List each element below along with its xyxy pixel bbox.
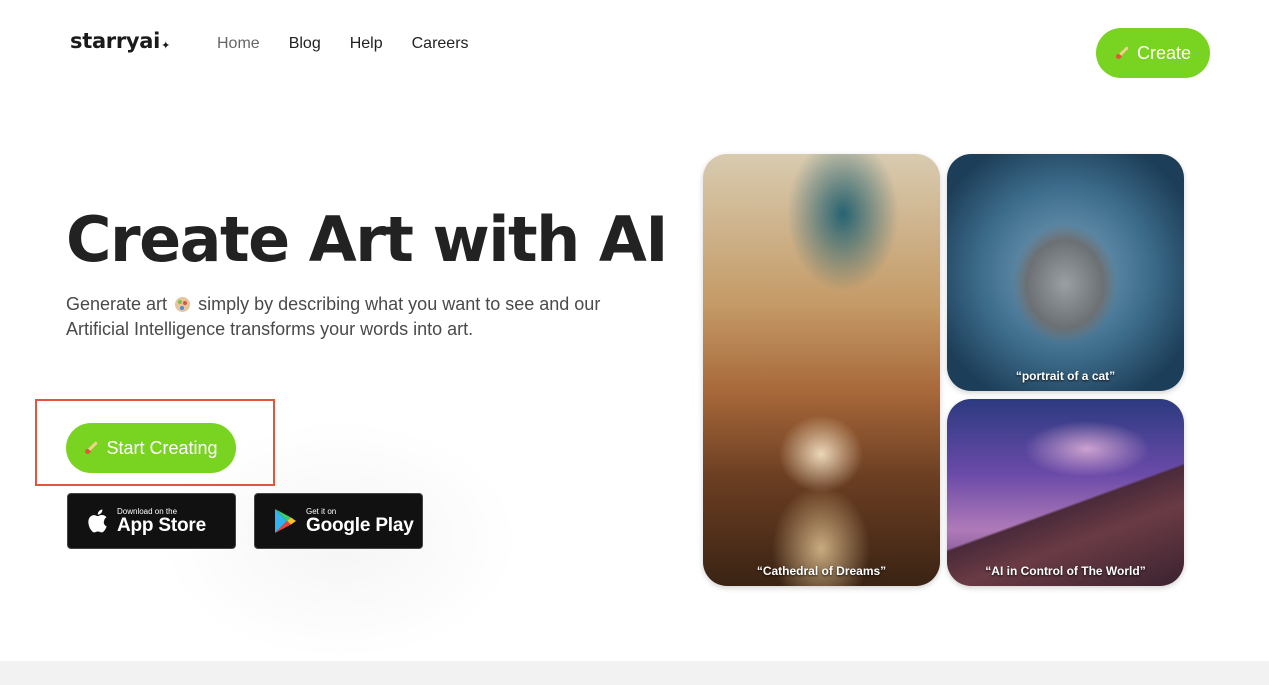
google-play-button[interactable]: Get it on Google Play <box>254 493 423 549</box>
app-store-text: Download on the App Store <box>117 507 206 536</box>
apple-icon <box>88 509 107 533</box>
logo-text: starryai <box>70 29 161 53</box>
starryai-logo[interactable]: starryai✦ <box>70 29 170 53</box>
hero-title: Create Art with AI <box>66 203 668 276</box>
nav-help-link[interactable]: Help <box>350 35 383 53</box>
hero-subtitle: Generate art simply by describing what y… <box>66 292 606 342</box>
cat-caption: “portrait of a cat” <box>1015 369 1116 383</box>
paintbrush-icon <box>84 441 98 455</box>
nav-home-link[interactable]: Home <box>217 35 260 53</box>
paintbrush-icon <box>1115 46 1129 60</box>
start-creating-button[interactable]: Start Creating <box>66 423 236 473</box>
create-button-label: Create <box>1136 42 1192 63</box>
app-store-big-text: App Store <box>117 514 206 536</box>
palette-icon <box>175 297 191 312</box>
space-art-image: “AI in Control of The World” <box>947 399 1184 586</box>
create-button[interactable]: Create <box>1096 28 1210 78</box>
next-section-strip <box>0 661 1269 685</box>
main-nav: Home Blog Help Careers <box>217 35 498 53</box>
google-play-big-text: Google Play <box>306 514 414 536</box>
cat-portrait-art-image: “portrait of a cat” <box>947 154 1184 391</box>
space-caption: “AI in Control of The World” <box>985 564 1146 578</box>
google-play-text: Get it on Google Play <box>306 507 414 536</box>
logo-spark-icon: ✦ <box>161 39 171 52</box>
app-store-button[interactable]: Download on the App Store <box>67 493 236 549</box>
start-creating-label: Start Creating <box>106 437 218 458</box>
nav-blog-link[interactable]: Blog <box>289 35 321 53</box>
cathedral-caption: “Cathedral of Dreams” <box>756 564 887 578</box>
hero-subtitle-start: Generate art <box>66 294 168 314</box>
google-play-icon <box>275 509 296 533</box>
nav-careers-link[interactable]: Careers <box>412 35 469 53</box>
cathedral-art-image: “Cathedral of Dreams” <box>703 154 940 586</box>
